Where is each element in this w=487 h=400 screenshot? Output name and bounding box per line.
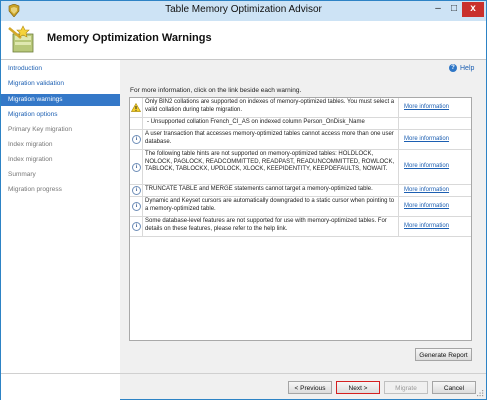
warning-row: i A user transaction that accesses memor… bbox=[130, 130, 471, 150]
warning-row: i TRUNCATE TABLE and MERGE statements ca… bbox=[130, 185, 471, 197]
more-information-link[interactable]: More information bbox=[404, 104, 449, 110]
help-icon: ? bbox=[449, 64, 457, 72]
migrate-button: Migrate bbox=[384, 381, 428, 394]
warning-row: Only BIN2 collations are supported on in… bbox=[130, 98, 471, 118]
sidebar-item-migration-options[interactable]: Migration options bbox=[1, 109, 120, 121]
previous-button[interactable]: < Previous bbox=[288, 381, 332, 394]
close-button[interactable]: x bbox=[462, 2, 484, 17]
warning-message: A user transaction that accesses memory-… bbox=[145, 131, 394, 145]
maximize-button[interactable]: □ bbox=[447, 2, 461, 17]
info-icon: i bbox=[132, 222, 141, 231]
sidebar-item-introduction[interactable]: Introduction bbox=[1, 63, 120, 75]
page-title: Memory Optimization Warnings bbox=[47, 32, 212, 44]
cancel-button[interactable]: Cancel bbox=[432, 381, 476, 394]
more-information-link[interactable]: More information bbox=[404, 136, 449, 142]
warning-detail-row: - Unsupported collation French_CI_AS on … bbox=[130, 118, 471, 130]
info-icon: i bbox=[132, 186, 141, 195]
wizard-sidebar: Introduction Migration validation Migrat… bbox=[1, 60, 120, 400]
resize-grip-icon[interactable] bbox=[476, 389, 484, 397]
sidebar-item-index-migration: Index migration bbox=[8, 141, 53, 148]
warning-row: i Dynamic and Keyset cursors are automat… bbox=[130, 197, 471, 217]
more-information-link[interactable]: More information bbox=[404, 203, 449, 209]
generate-report-button[interactable]: Generate Report bbox=[415, 348, 472, 361]
more-information-link[interactable]: More information bbox=[404, 223, 449, 229]
sidebar-item-migration-progress: Migration progress bbox=[8, 186, 62, 193]
info-text: For more information, click on the link … bbox=[130, 87, 302, 94]
advisor-window: Table Memory Optimization Advisor – □ x … bbox=[0, 0, 487, 400]
sidebar-item-summary: Summary bbox=[8, 171, 36, 178]
sidebar-item-migration-validation[interactable]: Migration validation bbox=[1, 78, 120, 90]
warning-icon bbox=[131, 103, 141, 112]
sidebar-item-index-migration-2: Index migration bbox=[8, 156, 53, 163]
warning-message: Dynamic and Keyset cursors are automatic… bbox=[145, 198, 395, 212]
more-information-link[interactable]: More information bbox=[404, 163, 449, 169]
wizard-icon bbox=[8, 25, 34, 53]
info-icon: i bbox=[132, 202, 141, 211]
page-header: Memory Optimization Warnings bbox=[1, 21, 486, 60]
next-button[interactable]: Next > bbox=[336, 381, 380, 394]
warning-row: i Some database-level features are not s… bbox=[130, 217, 471, 237]
info-icon: i bbox=[132, 163, 141, 172]
warning-message: Some database-level features are not sup… bbox=[145, 218, 387, 232]
warning-message: Only BIN2 collations are supported on in… bbox=[145, 99, 395, 113]
warnings-list: Only BIN2 collations are supported on in… bbox=[129, 97, 472, 341]
warning-row: i The following table hints are not supp… bbox=[130, 150, 471, 185]
footer-divider bbox=[1, 373, 486, 374]
window-title: Table Memory Optimization Advisor bbox=[165, 4, 322, 15]
info-icon: i bbox=[132, 135, 141, 144]
warning-detail-message: - Unsupported collation French_CI_AS on … bbox=[147, 119, 365, 125]
minimize-button[interactable]: – bbox=[431, 2, 445, 17]
sidebar-item-primary-key-migration: Primary Key migration bbox=[8, 126, 72, 133]
title-bar: Table Memory Optimization Advisor – □ x bbox=[1, 1, 486, 21]
help-link[interactable]: ? Help bbox=[449, 64, 474, 72]
sidebar-item-migration-warnings[interactable]: Migration warnings bbox=[1, 94, 120, 106]
warning-message: TRUNCATE TABLE and MERGE statements cann… bbox=[145, 186, 373, 192]
help-label: Help bbox=[460, 64, 475, 72]
more-information-link[interactable]: More information bbox=[404, 187, 449, 193]
warning-message: The following table hints are not suppor… bbox=[145, 151, 395, 172]
